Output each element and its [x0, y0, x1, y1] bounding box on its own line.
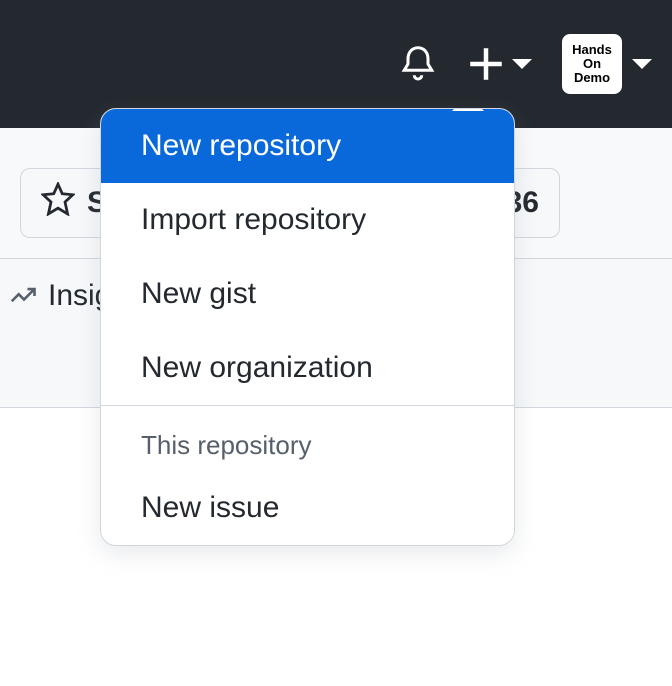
menu-item-new-repository[interactable]: New repository: [101, 109, 514, 183]
avatar: Hands On Demo: [562, 34, 622, 94]
notifications-icon[interactable]: [398, 44, 438, 84]
caret-down-icon: [632, 59, 652, 69]
menu-item-new-gist[interactable]: New gist: [101, 257, 514, 331]
user-menu[interactable]: Hands On Demo: [562, 34, 652, 94]
caret-down-icon: [512, 59, 532, 69]
create-new-dropdown[interactable]: [468, 46, 532, 82]
menu-item-new-issue[interactable]: New issue: [101, 471, 514, 545]
menu-item-import-repository[interactable]: Import repository: [101, 183, 514, 257]
star-icon: [41, 182, 75, 224]
create-new-menu: New repository Import repository New gis…: [100, 108, 515, 546]
menu-item-new-organization[interactable]: New organization: [101, 331, 514, 405]
menu-section-header: This repository: [101, 406, 514, 471]
